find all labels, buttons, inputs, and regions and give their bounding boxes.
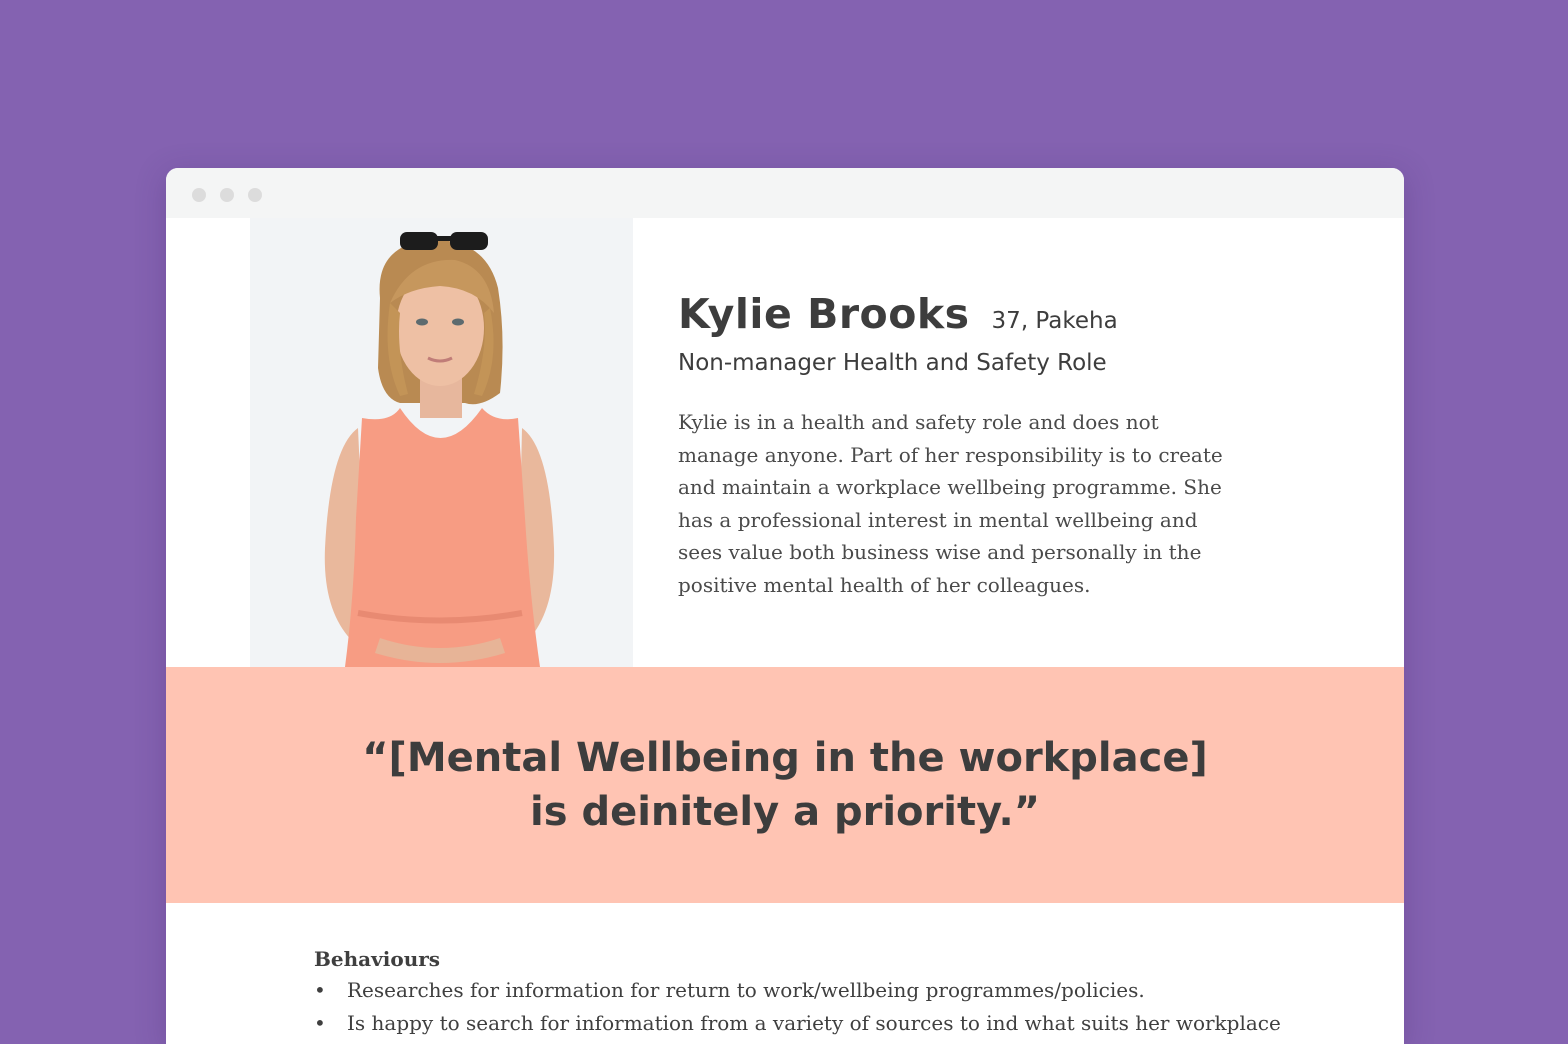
quote-banner: “[Mental Wellbeing in the workplace] is …: [166, 667, 1404, 903]
quote-line: is deinitely a priority.”: [530, 789, 1040, 835]
bio-line: and maintain a workplace wellbeing progr…: [678, 475, 1222, 499]
behaviours-section: Behaviours Researches for information fo…: [314, 944, 1314, 1040]
browser-window: Kylie Brooks 37, Pakeha Non-manager Heal…: [166, 168, 1404, 1044]
behaviours-list: Researches for information for return to…: [314, 974, 1314, 1040]
bio-line: Kylie is in a health and safety role and…: [678, 410, 1159, 434]
bio-line: has a professional interest in mental we…: [678, 507, 1198, 532]
persona-header: Kylie Brooks 37, Pakeha: [678, 290, 1298, 338]
quote-line: “[Mental Wellbeing in the workplace]: [362, 735, 1208, 781]
persona-quote: “[Mental Wellbeing in the workplace] is …: [362, 731, 1207, 839]
persona-profile: Kylie Brooks 37, Pakeha Non-manager Heal…: [678, 290, 1298, 601]
bio-line: manage anyone. Part of her responsibilit…: [678, 442, 1223, 467]
window-control-dot[interactable]: [220, 188, 234, 202]
window-titlebar: [166, 168, 1404, 218]
bio-line: positive mental health of her colleagues…: [678, 572, 1091, 597]
persona-photo: [250, 218, 633, 667]
behaviours-heading: Behaviours: [314, 947, 441, 971]
bio-line: sees value both business wise and person…: [678, 540, 1202, 564]
persona-role: Non-manager Health and Safety Role: [678, 350, 1107, 376]
persona-bio: Kylie is in a health and safety role and…: [678, 406, 1238, 601]
window-control-dot[interactable]: [248, 188, 262, 202]
list-item: Is happy to search for information from …: [314, 1007, 1314, 1040]
persona-name: Kylie Brooks: [678, 290, 970, 338]
persona-age-ethnicity: 37, Pakeha: [991, 308, 1118, 334]
window-control-dot[interactable]: [192, 188, 206, 202]
list-item: Researches for information for return to…: [314, 974, 1314, 1007]
